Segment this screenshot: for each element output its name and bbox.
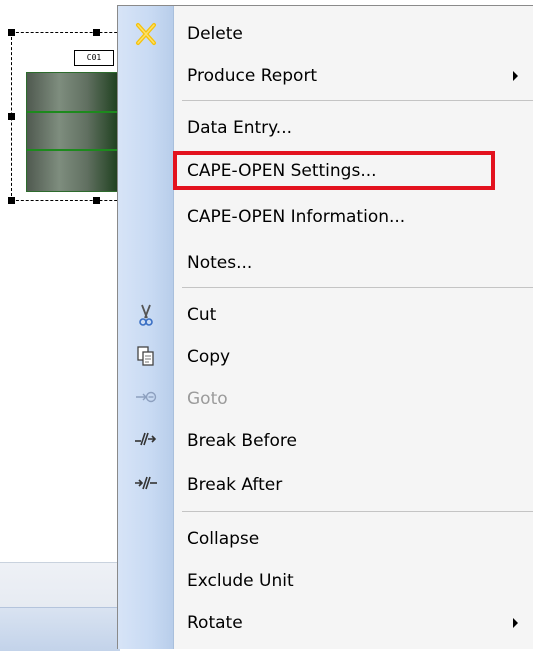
break-before-icon: [131, 429, 161, 453]
canvas-bottom-band: [0, 607, 120, 651]
menu-item-label: Produce Report: [187, 66, 318, 86]
menu-item-label: Notes...: [187, 253, 253, 273]
break-after-icon: [131, 473, 161, 497]
copy-icon: [131, 345, 161, 369]
menu-item-delete[interactable]: Delete: [118, 14, 533, 54]
menu-item-label: Goto: [187, 389, 228, 409]
submenu-arrow-icon: [513, 618, 518, 628]
menu-separator: [182, 287, 533, 288]
menu-item-exclude-unit[interactable]: Exclude Unit: [118, 561, 533, 601]
menu-item-label: Rotate: [187, 613, 243, 633]
menu-item-produce-report[interactable]: Produce Report: [118, 56, 533, 96]
scissors-icon: [131, 303, 161, 327]
menu-item-label: Cut: [187, 305, 217, 325]
menu-item-label: Exclude Unit: [187, 571, 294, 591]
menu-item-label: Copy: [187, 347, 231, 367]
selection-handle[interactable]: [8, 113, 15, 120]
menu-item-collapse[interactable]: Collapse: [118, 519, 533, 559]
delete-x-icon: [131, 22, 161, 46]
unit-tag[interactable]: C01: [74, 50, 114, 66]
menu-item-cut[interactable]: Cut: [118, 295, 533, 335]
column-tray: [27, 111, 119, 113]
selection-handle[interactable]: [8, 197, 15, 204]
menu-item-notes[interactable]: Notes...: [118, 243, 533, 283]
menu-item-label: Break Before: [187, 431, 297, 451]
menu-item-label: Data Entry...: [187, 118, 293, 138]
goto-icon: [131, 387, 161, 411]
highlight-annotation-box: [173, 151, 495, 190]
menu-item-cape-open-information[interactable]: CAPE-OPEN Information...: [118, 197, 533, 237]
menu-item-label: CAPE-OPEN Information...: [187, 207, 406, 227]
column-tray: [27, 149, 119, 151]
menu-separator: [182, 511, 533, 512]
context-menu: Delete Produce Report Data Entry... CAPE…: [117, 5, 533, 649]
menu-item-data-entry[interactable]: Data Entry...: [118, 108, 533, 148]
menu-item-label: Collapse: [187, 529, 260, 549]
menu-item-goto[interactable]: Goto: [118, 379, 533, 419]
menu-item-label: Break After: [187, 475, 283, 495]
menu-item-copy[interactable]: Copy: [118, 337, 533, 377]
menu-item-break-before[interactable]: Break Before: [118, 421, 533, 461]
selection-handle[interactable]: [8, 29, 15, 36]
menu-item-break-after[interactable]: Break After: [118, 465, 533, 505]
selection-handle[interactable]: [93, 29, 100, 36]
menu-item-rotate[interactable]: Rotate: [118, 603, 533, 643]
menu-item-label: Delete: [187, 24, 243, 44]
canvas-bottom-strip: [0, 562, 120, 651]
column-unit[interactable]: [26, 72, 120, 192]
submenu-arrow-icon: [513, 71, 518, 81]
selection-handle[interactable]: [93, 197, 100, 204]
menu-separator: [182, 100, 533, 101]
